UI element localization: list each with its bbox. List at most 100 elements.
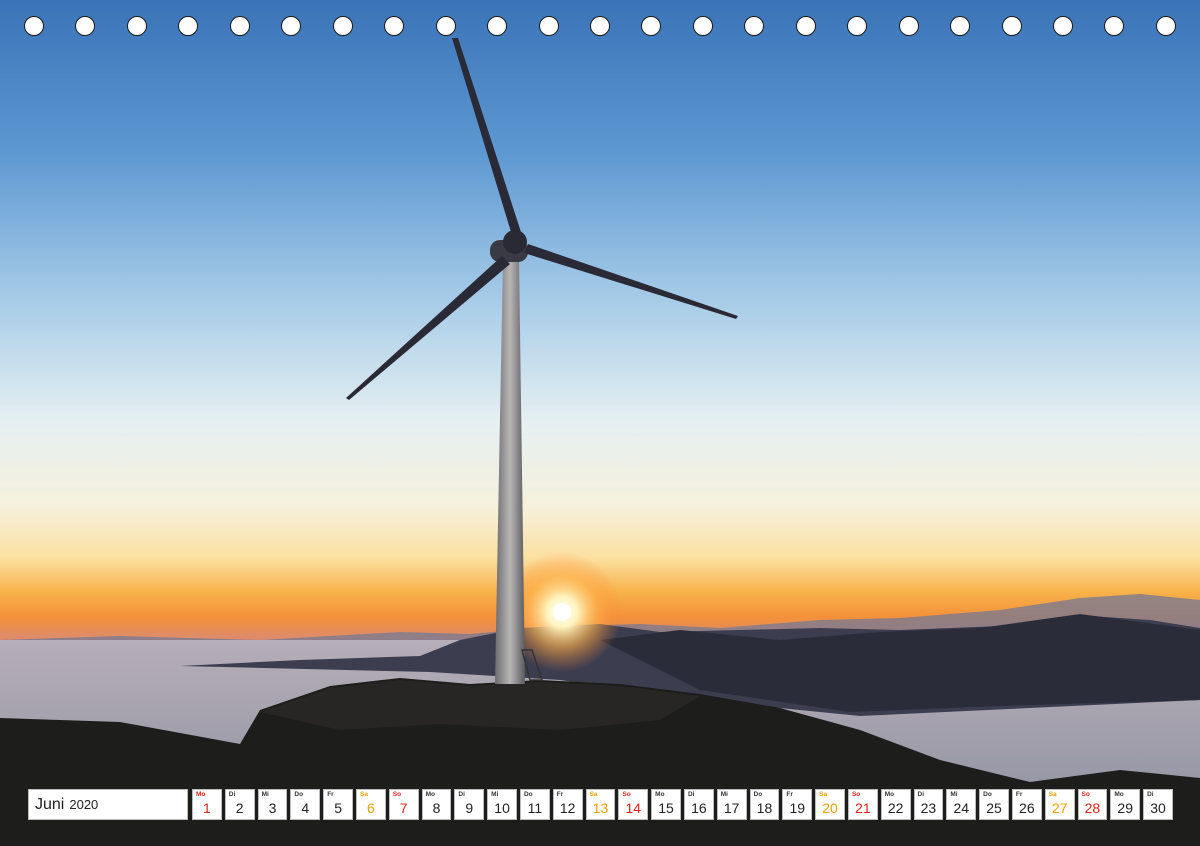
weekday-label: Di <box>1147 791 1154 798</box>
binding-hole <box>538 16 559 36</box>
calendar-strip: Juni 2020 Mo 1 Di 2 Mi 3 Do 4 Fr 5 Sa 6 So 7 Mo 8 Di 9 Mi 1… <box>28 789 1173 820</box>
day-cell: Fr 26 <box>1011 789 1042 820</box>
day-cell: Mi 10 <box>487 789 517 820</box>
weekday-label: Do <box>983 791 992 798</box>
day-number: 26 <box>1019 800 1035 816</box>
weekday-label: Mo <box>196 791 206 798</box>
day-number: 27 <box>1051 800 1068 816</box>
day-number: 6 <box>366 800 375 816</box>
month-name: Juni <box>35 795 65 813</box>
weekday-label: Mo <box>884 791 895 798</box>
day-cell: Mo 8 <box>421 789 452 820</box>
day-number: 12 <box>559 800 576 816</box>
day-number: 2 <box>235 800 244 816</box>
day-cell: Do 18 <box>749 789 780 820</box>
day-number: 10 <box>494 800 510 816</box>
day-cell: Do 4 <box>290 789 321 820</box>
binding-hole <box>847 16 868 36</box>
weekday-label: Fr <box>1015 791 1023 798</box>
day-cell: Mo 15 <box>651 789 681 820</box>
binding-hole <box>1053 16 1073 36</box>
weekday-label: Fr <box>556 791 564 798</box>
day-cell: Di 2 <box>224 789 255 820</box>
day-cell: So 21 <box>847 789 878 820</box>
day-number: 9 <box>465 800 474 816</box>
binding-hole <box>75 16 96 36</box>
day-number: 22 <box>887 800 904 816</box>
day-cell: Mo 29 <box>1110 789 1141 820</box>
day-cell: Di 16 <box>683 789 714 820</box>
binding-hole <box>898 16 919 36</box>
day-cell: So 7 <box>388 789 419 820</box>
weekday-label: Do <box>294 791 304 798</box>
binding-hole <box>126 16 147 36</box>
weekday-label: Sa <box>819 791 828 798</box>
day-cell: Di 9 <box>454 789 485 820</box>
weekday-label: Fr <box>327 791 334 798</box>
day-cell: Sa 6 <box>355 789 386 820</box>
binding-hole <box>435 16 456 36</box>
day-number: 8 <box>432 800 441 816</box>
day-number: 21 <box>855 800 871 816</box>
binding-hole <box>332 16 353 36</box>
month-year: 2020 <box>69 797 99 812</box>
day-number: 16 <box>691 800 707 816</box>
binding-hole <box>281 16 302 36</box>
day-number: 14 <box>625 800 642 816</box>
weekday-label: Mi <box>950 791 958 798</box>
weekday-label: Di <box>228 791 236 798</box>
day-cell: Mo 1 <box>192 789 222 820</box>
weekday-label: Sa <box>589 791 598 798</box>
weekday-label: Fr <box>786 791 793 798</box>
weekday-label: Di <box>458 791 465 798</box>
day-cell: Fr 5 <box>323 789 353 820</box>
day-cell: Sa 13 <box>585 789 616 820</box>
weekday-label: Sa <box>1048 791 1057 798</box>
binding-hole <box>692 16 713 36</box>
day-number: 7 <box>399 800 408 816</box>
day-number: 18 <box>756 800 773 816</box>
weekday-label: So <box>622 791 631 798</box>
binding-hole <box>178 16 199 36</box>
weekday-label: So <box>392 791 402 798</box>
day-cell: Mi 17 <box>716 789 747 820</box>
day-cell: So 28 <box>1077 789 1108 820</box>
day-number: 17 <box>723 800 740 816</box>
day-cells: Mo 1 Di 2 Mi 3 Do 4 Fr 5 Sa 6 So 7 Mo 8 Di 9 Mi 10 Do 11 Fr 12 S… <box>192 789 1173 820</box>
day-cell: Sa 20 <box>815 789 845 820</box>
weekday-label: Mo <box>1114 791 1124 798</box>
day-number: 25 <box>986 800 1002 816</box>
day-cell: Mi 3 <box>257 789 288 820</box>
day-number: 13 <box>592 800 609 816</box>
day-number: 19 <box>789 800 806 816</box>
weekday-label: Mi <box>491 791 499 798</box>
day-number: 20 <box>822 800 838 816</box>
day-cell: Sa 27 <box>1044 789 1075 820</box>
binding-hole <box>744 16 765 36</box>
binding-hole <box>950 16 971 36</box>
weekday-label: Do <box>523 791 533 798</box>
weekday-label: So <box>1081 791 1090 798</box>
day-number: 24 <box>953 800 970 816</box>
binding-hole <box>795 16 816 36</box>
binding-hole <box>1001 16 1022 36</box>
day-number: 5 <box>334 800 342 816</box>
binding-hole <box>487 16 508 36</box>
day-number: 4 <box>301 800 310 816</box>
binding-hole <box>1155 16 1176 36</box>
binding-hole <box>384 16 405 36</box>
binding-hole <box>229 16 250 36</box>
day-cell: Mi 24 <box>946 789 977 820</box>
day-number: 29 <box>1117 800 1133 816</box>
weekday-label: Mo <box>655 791 665 798</box>
weekday-label: Mi <box>261 791 269 798</box>
weekday-label: Mi <box>720 791 728 798</box>
binding-hole <box>1104 16 1125 36</box>
day-number: 1 <box>203 800 211 816</box>
weekday-label: Do <box>753 791 763 798</box>
day-number: 28 <box>1084 800 1101 816</box>
day-cell: Do 25 <box>979 789 1009 820</box>
binding-hole <box>24 16 44 36</box>
day-number: 3 <box>268 800 277 816</box>
weekday-label: Di <box>687 791 695 798</box>
